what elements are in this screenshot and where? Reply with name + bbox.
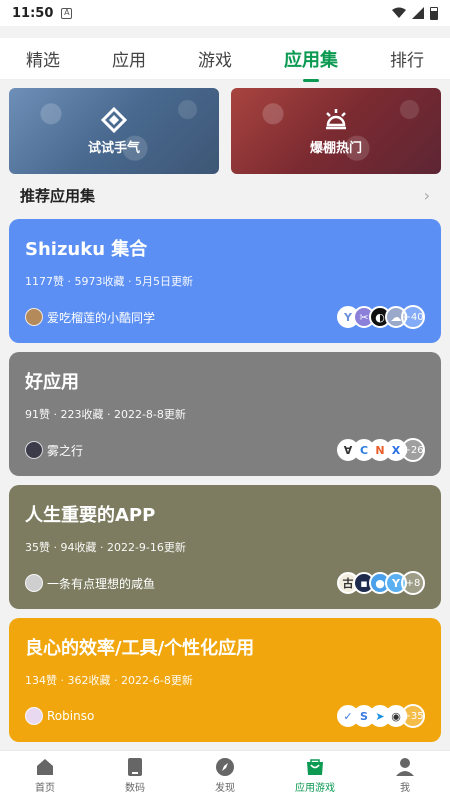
banner-label: 试试手气 [87,140,140,156]
card-footer: 爱吃榴莲的小酷同学 Y ✂ ◐ ☁ +40 [25,305,425,329]
collection-card[interactable]: Shizuku 集合 1177赞 · 5973收藏 · 5月5日更新 爱吃榴莲的… [9,219,441,343]
card-meta: 1177赞 · 5973收藏 · 5月5日更新 [25,275,193,288]
author-avatar[interactable] [25,707,43,725]
card-meta: 134赞 · 362收藏 · 2022-6-8更新 [25,674,193,687]
notification-a-icon: A [61,7,73,19]
section-header[interactable]: 推荐应用集 › [20,180,430,210]
card-title: 人生重要的APP [25,505,156,526]
status-bar: 11:50 A [0,0,450,26]
author-name[interactable]: 一条有点理想的咸鱼 [47,575,155,592]
signal-icon [412,7,424,19]
app-icon-stack: Y ✂ ◐ ☁ +40 [337,305,425,329]
tab-apps[interactable]: 应用 [102,40,156,77]
card-footer: Robinso ✓ S ➤ ◉ +35 [25,704,425,728]
nav-label: 发现 [215,783,235,794]
app-icon-stack: ∀ C N X +26 [337,438,425,462]
banner-row: 试试手气 爆棚热门 [9,88,441,174]
category-tabs: 精选 应用 游戏 应用集 排行 [0,38,450,80]
author-name[interactable]: 爱吃榴莲的小酷同学 [47,309,155,326]
tab-games[interactable]: 游戏 [188,40,242,77]
compass-icon [216,758,234,776]
nav-label: 数码 [125,783,145,794]
author-avatar[interactable] [25,308,43,326]
person-icon [396,758,414,776]
card-title: 好应用 [25,372,79,393]
nav-label: 首页 [35,783,55,794]
chevron-right-icon[interactable]: › [424,186,430,205]
home-icon [37,759,53,775]
more-count-badge: +8 [401,571,425,595]
banner-hot[interactable]: 爆棚热门 [231,88,441,174]
tab-ranking[interactable]: 排行 [380,40,434,77]
card-title: Shizuku 集合 [25,239,148,260]
nav-discover[interactable]: 发现 [185,757,265,794]
sun-icon [326,108,346,129]
more-count-badge: +35 [401,704,425,728]
status-icons [392,6,438,20]
card-footer: 雾之行 ∀ C N X +26 [25,438,425,462]
author-avatar[interactable] [25,574,43,592]
collection-card[interactable]: 良心的效率/工具/个性化应用 134赞 · 362收藏 · 2022-6-8更新… [9,618,441,742]
bottom-navigation: 首页 数码 发现 应用游戏 我 [0,750,450,800]
more-count-badge: +26 [401,438,425,462]
collection-card[interactable]: 人生重要的APP 35赞 · 94收藏 · 2022-9-16更新 一条有点理想… [9,485,441,609]
section-title: 推荐应用集 [20,186,96,205]
more-count-badge: +40 [401,305,425,329]
tab-featured[interactable]: 精选 [16,40,70,77]
author-name[interactable]: 雾之行 [47,442,83,459]
nav-apps-games[interactable]: 应用游戏 [275,757,355,794]
nav-label: 应用游戏 [295,783,335,794]
tab-app-collections[interactable]: 应用集 [274,40,348,78]
apps-bag-icon [307,759,323,775]
nav-label: 我 [400,783,410,794]
device-icon [128,758,142,776]
collection-card[interactable]: 好应用 91赞 · 223收藏 · 2022-8-8更新 雾之行 ∀ C N X… [9,352,441,476]
author-name[interactable]: Robinso [47,709,94,723]
app-icon-stack: ✓ S ➤ ◉ +35 [337,704,425,728]
card-meta: 35赞 · 94收藏 · 2022-9-16更新 [25,541,186,554]
nav-digital[interactable]: 数码 [95,757,175,794]
banner-try-luck[interactable]: 试试手气 [9,88,219,174]
banner-label: 爆棚热门 [309,140,362,156]
card-footer: 一条有点理想的咸鱼 古 ▪ ● Y +8 [25,571,425,595]
author-avatar[interactable] [25,441,43,459]
card-title: 良心的效率/工具/个性化应用 [25,638,255,659]
status-time: 11:50 [12,5,54,21]
wifi-icon [392,7,406,18]
app-icon-stack: 古 ▪ ● Y +8 [337,571,425,595]
nav-home[interactable]: 首页 [5,757,85,794]
card-meta: 91赞 · 223收藏 · 2022-8-8更新 [25,408,186,421]
nav-me[interactable]: 我 [365,757,445,794]
battery-icon [430,6,438,20]
diamond-icon [101,106,127,133]
